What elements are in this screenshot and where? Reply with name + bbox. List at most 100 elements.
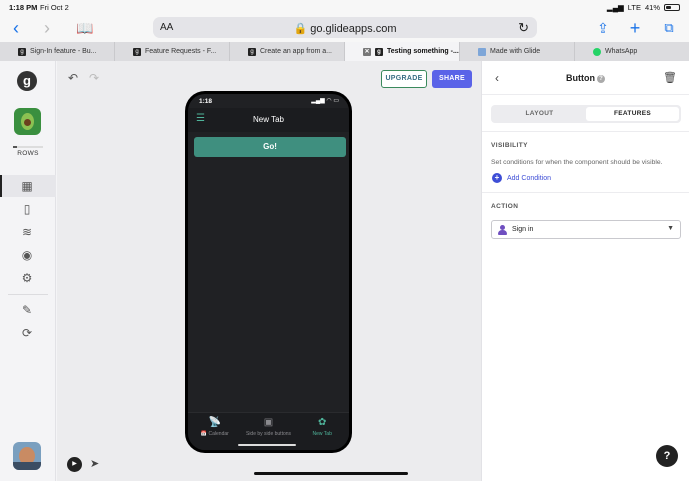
tab-layout[interactable]: LAYOUT	[493, 107, 586, 121]
panel-title: Button?	[482, 73, 689, 83]
phone-icon[interactable]: ▯	[20, 202, 34, 216]
bookmarks-icon[interactable]: 📖	[75, 18, 95, 38]
url-text: 🔒 go.glideapps.com	[293, 23, 397, 35]
go-button[interactable]: Go!	[194, 137, 346, 157]
tab-label: WhatsApp	[605, 48, 638, 55]
phone-home-indicator	[238, 444, 296, 446]
status-time: 1:18 PM	[9, 3, 38, 12]
app-icon[interactable]	[14, 108, 41, 135]
forward-icon[interactable]: ›	[37, 18, 57, 38]
tab-label: Create an app from a...	[260, 48, 332, 55]
address-bar[interactable]: AA 🔒 go.glideapps.com ↻	[153, 17, 537, 38]
tab-label: Sign-In feature - Bu...	[30, 48, 97, 55]
tab-label: Testing something -...	[387, 48, 459, 55]
back-icon[interactable]: ‹	[6, 18, 26, 38]
tab-whatsapp[interactable]: WhatsApp	[575, 42, 689, 61]
phone-status-icons: ▂▄▆ ◠ ▭	[311, 98, 339, 104]
rows-label: ROWS	[17, 150, 39, 157]
help-icon[interactable]: ?	[597, 75, 605, 83]
add-condition-label: Add Condition	[507, 174, 551, 182]
signal-icon: ▂▄▆	[606, 3, 624, 12]
action-value: Sign in	[512, 226, 534, 233]
sync-icon[interactable]: ⟳	[20, 326, 34, 340]
phone-tab-new-tab[interactable]: ✿ New Tab	[295, 413, 349, 450]
reload-icon[interactable]: ↻	[518, 20, 529, 36]
browser-tabs: g Sign-In feature - Bu... g Feature Reques…	[0, 42, 689, 61]
phone-preview: 1:18 ▂▄▆ ◠ ▭ ☰ New Tab Go! 📡 📅 Calendar …	[185, 91, 352, 453]
section-divider	[482, 131, 689, 132]
tab-sign-in-feature[interactable]: g Sign-In feature - Bu...	[0, 42, 115, 61]
builder-canvas: ↶ ↷ UPGRADE SHARE 1:18 ▂▄▆ ◠ ▭ ☰ New Tab…	[57, 61, 481, 481]
glide-logo-icon[interactable]: g	[17, 71, 37, 91]
avatar[interactable]	[13, 442, 41, 470]
panel-segmented-control: LAYOUT FEATURES	[491, 105, 681, 123]
tab-feature-requests[interactable]: g Feature Requests - F...	[115, 42, 230, 61]
settings-icon[interactable]: ⚙	[20, 271, 34, 285]
glide-favicon-icon: g	[18, 47, 26, 56]
battery-icon	[664, 4, 680, 11]
panel-title-text: Button	[566, 73, 595, 83]
new-tab-icon[interactable]: +	[625, 18, 645, 38]
phone-screen: 1:18 ▂▄▆ ◠ ▭ ☰ New Tab Go! 📡 📅 Calendar …	[188, 94, 349, 450]
whatsapp-favicon-icon	[593, 47, 601, 56]
glide-favicon-icon: g	[375, 47, 383, 56]
ipad-home-indicator	[254, 472, 408, 475]
network-label: LTE	[627, 3, 641, 12]
share-icon[interactable]: ⇪	[593, 18, 613, 38]
phone-tab-calendar[interactable]: 📡 📅 Calendar	[188, 413, 242, 450]
visibility-description: Set conditions for when the component sh…	[491, 159, 663, 166]
tab-testing-something[interactable]: ✕ g Testing something -...	[345, 42, 460, 61]
upgrade-button[interactable]: UPGRADE	[381, 70, 427, 88]
tab-made-with-glide[interactable]: Made with Glide	[460, 42, 575, 61]
browser-toolbar: ‹ › 📖 AA 🔒 go.glideapps.com ↻ ⇪ + ⧉	[0, 14, 689, 42]
phone-header: ☰ New Tab	[188, 108, 349, 132]
tab-label: Made with Glide	[490, 48, 541, 55]
status-date: Fri Oct 2	[40, 3, 69, 12]
new-tab-app-icon: ✿	[317, 417, 327, 428]
phone-tab-label: New Tab	[312, 431, 332, 437]
phone-header-title: New Tab	[253, 115, 284, 124]
made-with-glide-favicon-icon	[478, 47, 486, 56]
tab-label: Feature Requests - F...	[145, 48, 217, 55]
tab-create-app[interactable]: g Create an app from a...	[230, 42, 345, 61]
url-value: go.glideapps.com	[310, 23, 397, 35]
phone-tab-label: Side by side buttons	[245, 431, 292, 437]
add-condition-button[interactable]: + Add Condition	[492, 173, 551, 183]
chevron-down-icon: ▼	[667, 225, 674, 232]
edit-icon[interactable]: ✎	[20, 303, 34, 317]
phone-time: 1:18	[199, 98, 213, 105]
undo-icon[interactable]: ↶	[68, 71, 78, 85]
visibility-heading: VISIBILITY	[491, 142, 528, 149]
tab-features[interactable]: FEATURES	[586, 107, 679, 121]
cursor-icon[interactable]: ➤	[90, 457, 99, 470]
battery-percent: 41%	[644, 3, 660, 12]
glide-favicon-icon: g	[133, 47, 141, 56]
layout-icon[interactable]: ▦	[20, 179, 34, 193]
properties-panel: ‹ Button? 🗑 LAYOUT FEATURES VISIBILITY S…	[481, 61, 689, 481]
close-tab-icon[interactable]: ✕	[363, 47, 371, 56]
phone-status-bar: 1:18 ▂▄▆ ◠ ▭	[188, 94, 349, 108]
plus-icon: +	[492, 173, 502, 183]
phone-tab-label: 📅 Calendar	[200, 431, 229, 437]
redo-icon[interactable]: ↷	[89, 71, 99, 85]
sidebar-divider	[8, 294, 48, 295]
database-icon[interactable]: ≋	[20, 225, 34, 239]
glide-favicon-icon: g	[248, 47, 256, 56]
share-button[interactable]: SHARE	[432, 70, 472, 88]
person-icon	[498, 224, 507, 235]
help-chat-button[interactable]: ?	[656, 445, 678, 467]
status-bar: 1:18 PM Fri Oct 2 ▂▄▆ LTE 41%	[0, 0, 689, 14]
section-divider	[482, 192, 689, 193]
image-icon: ▣	[263, 417, 274, 428]
left-sidebar: g ROWS ▦ ▯ ≋ ◉ ⚙ ✎ ⟳	[0, 61, 56, 481]
calendar-icon: 📡	[208, 417, 222, 428]
rows-usage-bar	[13, 146, 43, 148]
play-icon[interactable]: ▶	[67, 457, 82, 472]
action-select[interactable]: Sign in ▼	[491, 220, 681, 239]
panel-header: ‹ Button? 🗑	[482, 61, 689, 95]
action-heading: ACTION	[491, 203, 519, 210]
trash-icon[interactable]: 🗑	[663, 71, 677, 84]
users-icon[interactable]: ◉	[20, 248, 34, 262]
tabs-overview-icon[interactable]: ⧉	[659, 18, 679, 38]
status-right: ▂▄▆ LTE 41%	[607, 3, 680, 12]
